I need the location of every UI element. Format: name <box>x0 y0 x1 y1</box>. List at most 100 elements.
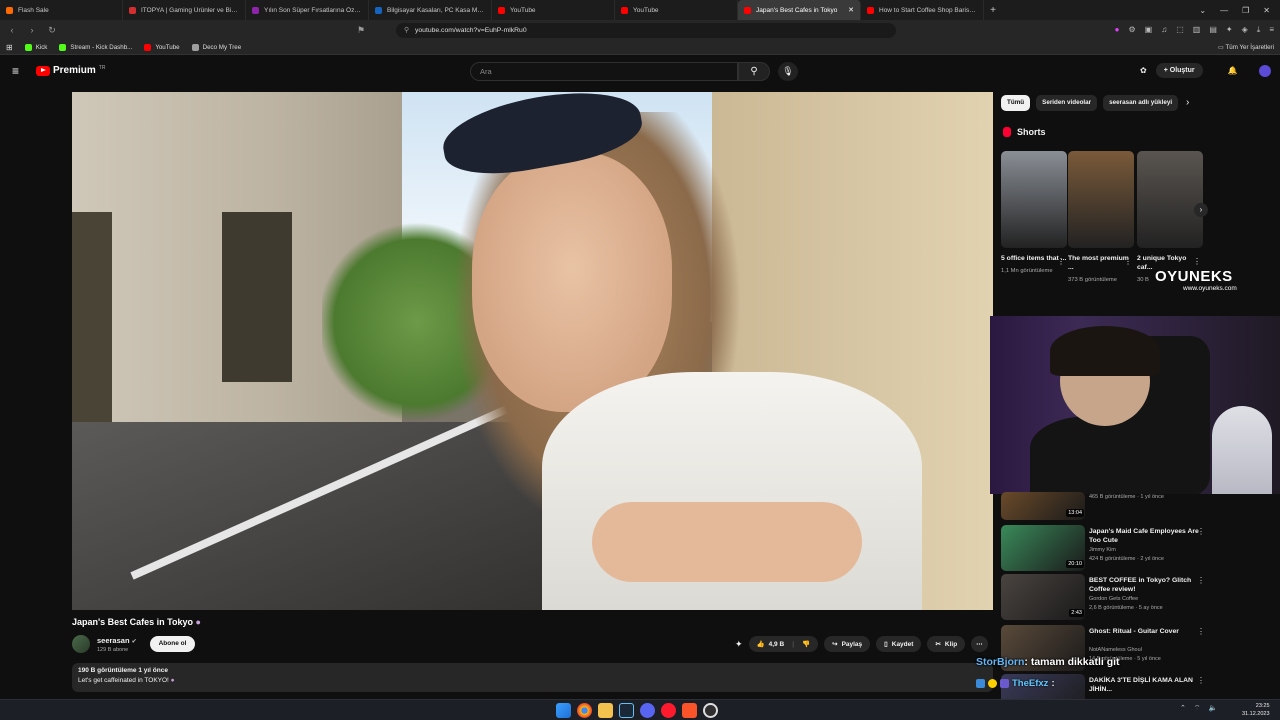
chrome-icon[interactable] <box>577 703 592 718</box>
related-video[interactable]: 20:10 Japan's Maid Cafe Employees Are Too… <box>1001 525 1211 571</box>
clip-button[interactable]: ✂ Klip <box>927 636 966 652</box>
create-button[interactable]: + Oluştur <box>1155 63 1203 78</box>
related-video[interactable]: 13:04 465 B görüntüleme · 1 yıl önce <box>1001 492 1211 520</box>
url-field[interactable]: ⚲ youtube.com/watch?v=EuhP-mlkRu0 <box>396 22 896 38</box>
search-input[interactable]: Ara <box>470 62 738 81</box>
voice-search-button[interactable]: 🎙 <box>778 62 798 81</box>
short-card[interactable]: 5 office items that ... 1,1 Mn görüntüle… <box>1001 151 1067 275</box>
brave-icon[interactable] <box>682 703 697 718</box>
wifi-icon[interactable]: ⌔ <box>1194 704 1201 713</box>
menu-icon[interactable]: ≡ <box>1269 25 1274 35</box>
channel-name[interactable]: seerasan ✔ <box>97 636 137 645</box>
forward-icon[interactable]: › <box>26 25 38 35</box>
vpn-icon[interactable]: ◈ <box>1242 25 1248 35</box>
system-tray: ⌃ ⌔ 🔈 <box>1180 704 1217 713</box>
system-clock[interactable]: 23:25 31.12.2023 <box>1242 702 1270 718</box>
extension-icon[interactable]: ⚙ <box>1129 25 1136 35</box>
filter-chip[interactable]: Tümü <box>1001 95 1031 111</box>
opera-icon[interactable] <box>661 703 676 718</box>
steam-icon[interactable] <box>619 703 634 718</box>
scissors-icon: ✂ <box>935 641 941 648</box>
search-button[interactable]: ⚲ <box>738 62 770 81</box>
youtube-premium-logo[interactable]: Premium TR <box>36 65 105 76</box>
sparkle-icon[interactable]: ✦ <box>735 639 743 650</box>
webcam-body <box>1030 416 1180 494</box>
browser-tab[interactable]: YouTube <box>615 0 738 20</box>
tray-chevron-icon[interactable]: ⌃ <box>1180 704 1186 713</box>
browser-tab[interactable]: Bilgisayar Kasaları, PC Kasa Modelleri <box>369 0 492 20</box>
obs-icon[interactable] <box>703 703 718 718</box>
video-frame-window <box>222 212 292 382</box>
volume-icon[interactable]: 🔈 <box>1208 704 1217 713</box>
youtube-header: ≡ Premium TR Ara ⚲ 🎙 ✿ + Oluştur 🔔 <box>0 56 1280 88</box>
short-thumbnail[interactable] <box>1068 151 1134 248</box>
new-tab-button[interactable]: + <box>984 5 1002 16</box>
site-info-icon[interactable]: ⚲ <box>404 26 409 34</box>
extension-icon[interactable]: ● <box>1115 25 1120 35</box>
like-button[interactable]: 👍 4,9 B | 👎 <box>748 636 819 652</box>
short-more-icon[interactable]: ⋮ <box>1124 257 1132 266</box>
browser-tab[interactable]: ITOPYA | Gaming Ürünler ve Bilgisay <box>123 0 246 20</box>
thumbs-down-icon[interactable]: 👎 <box>802 640 810 648</box>
related-video[interactable]: 2:43 BEST COFFEE in Tokyo? Glitch Coffee … <box>1001 574 1211 620</box>
bookmark-item[interactable]: Kick <box>24 43 47 51</box>
leo-icon[interactable]: ✦ <box>1226 25 1233 35</box>
short-thumbnail[interactable] <box>1001 151 1067 248</box>
filter-chip[interactable]: Seriden videolar <box>1036 95 1098 111</box>
discord-icon[interactable] <box>640 703 655 718</box>
share-button[interactable]: ↪ Paylaş <box>824 636 871 652</box>
duration-badge: 2:43 <box>1069 609 1084 617</box>
back-icon[interactable]: ‹ <box>6 25 18 35</box>
short-more-icon[interactable]: ⋮ <box>1193 257 1201 266</box>
related-more-icon[interactable]: ⋮ <box>1197 676 1205 685</box>
notifications-bell-icon[interactable]: 🔔 <box>1228 66 1238 75</box>
minimize-icon[interactable]: — <box>1220 6 1228 15</box>
extension-icon[interactable]: ⬚ <box>1176 25 1184 35</box>
reload-icon[interactable]: ↻ <box>46 25 58 36</box>
browser-tab[interactable]: Japan's Best Cafes in Tokyo ✕ <box>738 0 861 20</box>
bookmark-icon[interactable]: ⚑ <box>355 25 367 36</box>
download-icon[interactable]: ⤓ <box>1257 25 1261 35</box>
browser-tab[interactable]: YouTube <box>492 0 615 20</box>
bookmark-item[interactable]: Deco My Tree <box>191 43 241 51</box>
channel-avatar[interactable] <box>72 635 90 653</box>
description-box[interactable]: 190 B görüntüleme 1 yıl önce Let's get c… <box>72 663 993 692</box>
related-more-icon[interactable]: ⋮ <box>1197 627 1205 636</box>
browser-tab[interactable]: How to Start Coffee Shop Barista Lo <box>861 0 984 20</box>
file-explorer-icon[interactable] <box>598 703 613 718</box>
related-more-icon[interactable]: ⋮ <box>1197 527 1205 536</box>
bookmark-item[interactable]: Stream - Kick Dashb... <box>59 43 132 51</box>
avatar[interactable] <box>1258 64 1271 77</box>
filter-chip[interactable]: seerasan adlı yükleyi <box>1103 95 1179 111</box>
bookmark-item[interactable]: YouTube <box>144 43 180 51</box>
short-more-icon[interactable]: ⋮ <box>1057 257 1065 266</box>
premium-icon[interactable]: ✿ <box>1140 66 1147 75</box>
sidebar-icon[interactable]: ▥ <box>1193 25 1201 35</box>
subscribe-button[interactable]: Abone ol <box>150 636 195 652</box>
windows-start-icon[interactable] <box>556 703 571 718</box>
extension-icon[interactable]: ▣ <box>1145 25 1153 35</box>
video-player[interactable] <box>72 92 993 610</box>
apps-grid-icon[interactable]: ⊞ <box>6 43 13 52</box>
close-tab-icon[interactable]: ✕ <box>848 6 854 14</box>
short-thumbnail[interactable] <box>1137 151 1203 248</box>
more-actions-button[interactable]: ⋯ <box>971 636 988 652</box>
music-icon[interactable]: ♫ <box>1161 25 1167 35</box>
related-channel: Jimmy Kim <box>1089 547 1116 553</box>
save-button[interactable]: ▯ Kaydet <box>876 636 922 652</box>
close-window-icon[interactable]: ✕ <box>1263 6 1270 15</box>
window-menu-icon[interactable]: ⌄ <box>1199 6 1206 15</box>
shorts-next-button[interactable]: › <box>1194 203 1208 217</box>
short-card[interactable]: 2 unique Tokyo caf... 30 B ⋮ <box>1137 151 1203 284</box>
wallet-icon[interactable]: ▤ <box>1209 25 1217 35</box>
all-bookmarks-link[interactable]: ▭ Tüm Yer İşaretleri <box>1218 44 1274 51</box>
related-meta: 2,6 B görüntüleme · 5 ay önce <box>1089 605 1163 611</box>
related-more-icon[interactable]: ⋮ <box>1197 576 1205 585</box>
maximize-icon[interactable]: ❐ <box>1242 6 1249 15</box>
browser-tab[interactable]: Flash Sale <box>0 0 123 20</box>
video-title: Japan's Best Cafes in Tokyo ● <box>72 617 201 627</box>
hamburger-menu-icon[interactable]: ≡ <box>12 65 23 77</box>
browser-tab[interactable]: Yılın Son Süper Fırsatlarına Özel Bilgi <box>246 0 369 20</box>
short-card[interactable]: The most premium ... 373 B görüntüleme ⋮ <box>1068 151 1134 284</box>
chips-next-icon[interactable]: › <box>1186 97 1189 108</box>
